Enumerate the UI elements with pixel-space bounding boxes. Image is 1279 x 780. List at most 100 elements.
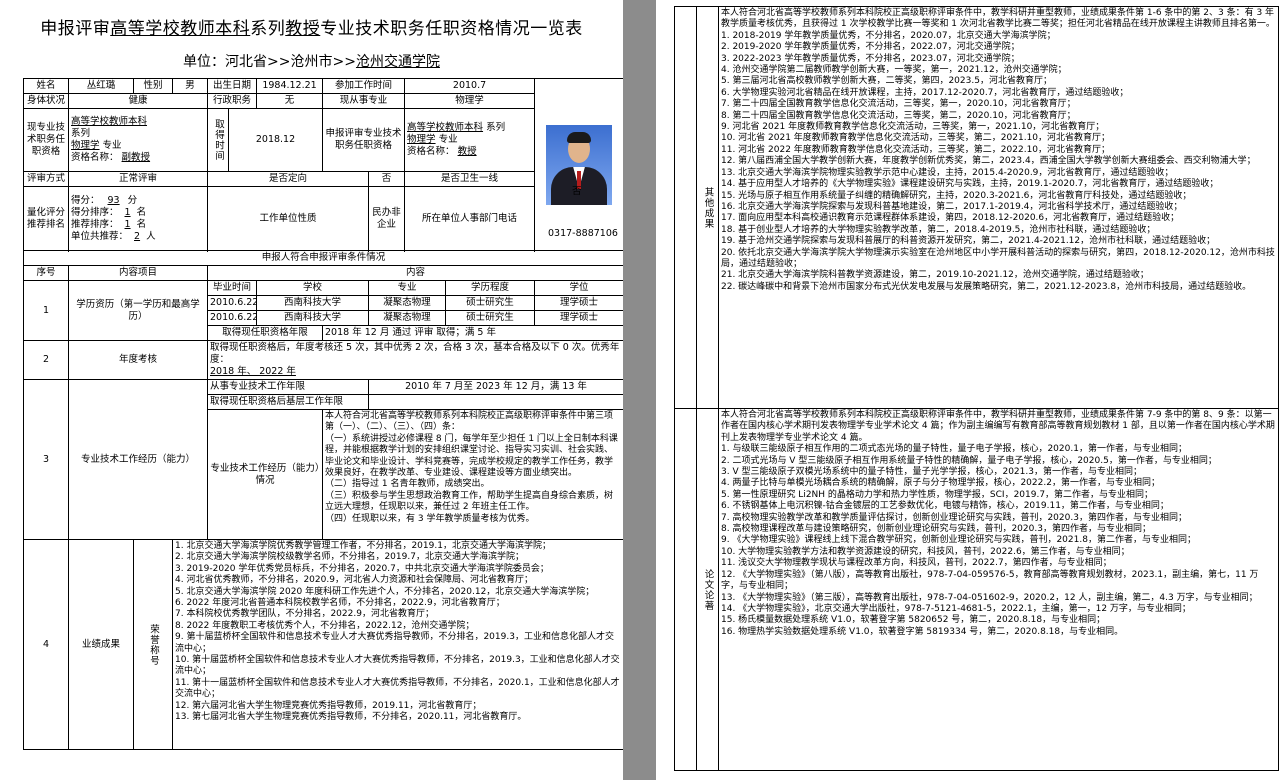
title-mid: 系列 [250, 19, 286, 39]
sex-value: 男 [172, 78, 208, 94]
achievement-item: 22. 碳达峰碳中和背景下沧州市国家分布式光伏发电发展与发展策略研究，第二，20… [721, 281, 1252, 292]
experience-text: 本人符合河北省高等学校教师系列本科院校正高级职称评审条件中第三项第（一）、（二）… [322, 409, 623, 540]
annual-label: 年度考核 [68, 340, 208, 380]
achievement-item: 10. 河北省 2021 年度教师教育教学信息化交流活动，三等奖，第二，2021… [721, 133, 1111, 144]
paper-item: 3. V 型三能级原子双模光场系统中的量子特性，量子光学学报，核心，2021.3… [721, 467, 1142, 478]
qual-years-label: 取得现任职资格年限 [206, 325, 324, 341]
work-years-value: 2010 年 7 月至 2023 年 12 月，满 13 年 [368, 379, 623, 395]
photo-cell [534, 78, 623, 251]
other-achievements-list: 本人符合河北省高等学校教师系列本科院校正高级职称评审条件中，教学科研并重型教师，… [718, 6, 1279, 409]
paper-item: 16. 物理热学实验数据处理系统 V1.0，软著登字第 5819334 号，第二… [721, 626, 1124, 637]
paper-item: 7. 高校物理实验教学改革和教学质量评估探讨，创新创业理论研究与实践，普刊，20… [721, 512, 1187, 523]
unit-label: 单位：河北省>>沧州市>> [183, 54, 356, 70]
achievement-item: 14. 基于应用型人才培养的《大学物理实验》课程建设研究与实践，主持，2019.… [721, 179, 1219, 190]
achievement-item: 13. 北京交通大学海滨学院物理实验教学示范中心建设，主持，2015.4-202… [721, 167, 1174, 178]
honor-item: 8. 2022 年度教职工考核优秀个人，不分排名，2022.12，沧州交通学院； [175, 620, 475, 631]
edu-row-cell: 理学硕士 [534, 295, 623, 311]
experience-label: 专业技术工作经历（能力）情况 [206, 409, 324, 540]
paper-item: 12. 《大学物理实验》（第八版），高等教育出版社，978-7-04-05957… [721, 569, 1259, 592]
sex-label: 性别 [133, 78, 173, 94]
health-value: 健康 [68, 93, 208, 109]
achievement-item: 18. 基于创业型人才培养的大学物理实验教学改革，第二，2018.4-2019.… [721, 224, 1156, 235]
annual-seq: 2 [23, 340, 69, 380]
achievements-table: 其他成果 本人符合河北省高等学校教师系列本科院校正高级职称评审条件中，教学科研并… [674, 6, 1279, 771]
apply-series-suffix: 系列 [486, 122, 506, 133]
edu-header-major: 专业 [368, 280, 447, 296]
score-unit: 分 [127, 194, 138, 206]
honor-item: 11. 第十一届蓝桥杯全国软件和信息技术专业人才大赛优秀指导教师，不分排名，20… [175, 677, 620, 700]
apply-title-label: 申报评审专业技术职务任职资格 [322, 108, 406, 172]
recommend-rank-label: 推荐排序： [71, 218, 119, 230]
unit-total-value: 2 [134, 230, 141, 242]
apply-series: 高等学校教师本科 [407, 122, 484, 133]
recommend-rank-value: 1 [124, 218, 131, 230]
score-rank-unit: 名 [136, 206, 147, 218]
edu-row-cell: 西南科技大学 [256, 310, 370, 326]
edu-row-cell: 2010.6.22 [206, 295, 258, 311]
rank-values: 得分： 93 分 得分排序： 1 名 推荐排序： 1 名 单位共推荐： 2 人 [68, 186, 208, 251]
page-right: 其他成果 本人符合河北省高等学校教师系列本科院校正高级职称评审条件中，教学科研并… [656, 0, 1279, 780]
score-label: 得分： [71, 194, 100, 206]
edu-label: 学历资历（第一学历和最高学历） [68, 280, 208, 341]
edu-header-level: 学历程度 [445, 280, 536, 296]
current-series: 高等学校教师本科 [71, 116, 148, 127]
apply-major: 物理学 [407, 134, 436, 145]
work-start-label: 参加工作时间 [322, 78, 406, 94]
paper-item: 15. 杨氏模量数据处理系统 V1.0，软著登字第 5820652 号，第二，2… [721, 615, 1106, 626]
apply-qual-label: 资格名称： [407, 146, 455, 157]
edu-row-cell: 凝聚态物理 [368, 295, 447, 311]
obtain-time-value: 2018.12 [227, 108, 324, 172]
achievement-item: 11. 河北省 2022 年度教师教育教学信息化交流活动，三等奖，第二，2022… [721, 144, 1111, 155]
hr-phone-label: 所在单位人事部门电话 [404, 186, 536, 251]
directed-label: 是否定向 [206, 171, 370, 187]
application-table: 姓名 丛红璐 性别 男 出生日期 1984.12.21 参加工作时间 2010.… [22, 78, 623, 750]
grassroots-years-value [368, 394, 623, 410]
honor-item: 5. 北京交通大学海滨学院 2020 年度科研工作先进个人，不分排名，2020.… [175, 586, 595, 597]
achievement-item: 12. 第八届西浦全国大学教学创新大赛，年度教学创新优秀奖，第二，2023.4，… [721, 156, 1256, 167]
ability-seq: 3 [23, 379, 69, 540]
paper-item: 9. 《大学物理实验》课程线上线下混合教学研究，创新创业理论研究与实践，普刊，2… [721, 535, 1196, 546]
apply-title-value: 高等学校教师本科 系列 物理学 专业 资格名称： 教授 [404, 108, 536, 172]
honor-label: 荣誉称号 [133, 539, 173, 750]
honor-item: 6. 2022 年度河北省普通本科院校教学名师，不分排名，2022.9，河北省教… [175, 598, 505, 609]
current-qual-name: 副教授 [121, 152, 151, 163]
seq-header: 序号 [23, 265, 69, 281]
paper-item: 8. 高校物理课程改革与建设策略研究，创新创业理论研究与实践，普刊，2020.3… [721, 524, 1151, 535]
papers-label: 论文论著 [696, 408, 719, 771]
score-rank-label: 得分排序： [71, 206, 119, 218]
achievement-item: 3. 2022-2023 学年教学质量优秀，不分排名，2023.07，河北交通学… [721, 53, 1020, 64]
conditions-section-title: 申报人符合申报评审条件情况 [22, 250, 623, 266]
papers-label-text: 论文论著 [702, 568, 714, 611]
unit-line: 单位：河北省>>沧州市>>沧州交通学院 [0, 51, 623, 71]
title-suffix: 专业技术职务任职资格情况一览表 [320, 19, 583, 39]
name-label: 姓名 [23, 78, 69, 94]
experience-line: （二）指导过 1 名青年教师，成绩突出。 [325, 479, 490, 490]
current-major-suffix: 专业 [102, 140, 122, 151]
other-achievements-label-text: 其他成果 [702, 186, 714, 229]
paper-item: 5. 第一性原理研究 Li2NH 的晶格动力学和热力学性质，物理学报，SCI，2… [721, 489, 1154, 500]
paper-item: 14. 《大学物理实验》，北京交通大学出版社，978-7-5121-4681-5… [721, 603, 1191, 614]
grassroots-years-label: 取得现任职资格后基层工作年限 [206, 394, 370, 410]
current-qual-label: 资格名称： [71, 152, 119, 163]
achievement-item: 7. 第二十四届全国教育教学信息化交流活动，三等奖，第一，2020.10，河北省… [721, 99, 1076, 110]
edu-row-cell: 西南科技大学 [256, 295, 370, 311]
honor-item: 3. 2019-2020 学年优秀党员标兵，不分排名，2020.7，中共北京交通… [175, 563, 549, 574]
paper-item: 本人符合河北省高等学校教师系列本科院校正高级职称评审条件中，教学科研并重型教师，… [721, 410, 1275, 443]
work-years-label: 从事专业技术工作年限 [206, 379, 370, 395]
other-achievements-label: 其他成果 [696, 6, 719, 409]
honor-list: 1. 北京交通大学海滨学院优秀教学管理工作者，不分排名，2019.1，北京交通大… [171, 539, 623, 750]
score-rank-value: 1 [124, 206, 131, 218]
hr-phone-value: 0317-8887106 [548, 228, 618, 239]
perf-label: 业绩成果 [68, 539, 134, 750]
paper-item: 10. 大学物理实验教学方法和教学资源建设的研究，科技风，普刊，2022.6，第… [721, 546, 1130, 557]
apply-qual-name: 教授 [457, 146, 477, 157]
achievement-item: 21. 北京交通大学海滨学院科普教学资源建设，第二，2019.10-2021.1… [721, 270, 1149, 281]
health-line-label: 是否卫生一线 [404, 171, 536, 187]
achievement-item: 16. 北京交通大学海滨学院探索与发现科普基地建设，第二，2017.1-2019… [721, 201, 1183, 212]
achievement-item: 8. 第二十四届全国教育教学信息化交流活动，三等奖，第二，2020.10，河北省… [721, 110, 1076, 121]
apply-major-suffix: 专业 [438, 134, 458, 145]
current-title-label: 现专业技术职务任职资格 [23, 108, 69, 172]
annual-excellent-years: 2018 年、 2022 年 [210, 366, 296, 377]
health-line-value: 否 [572, 186, 582, 197]
honor-item: 4. 河北省优秀教师，不分排名，2020.9，河北省人力资源和社会保障局、河北省… [175, 575, 533, 586]
